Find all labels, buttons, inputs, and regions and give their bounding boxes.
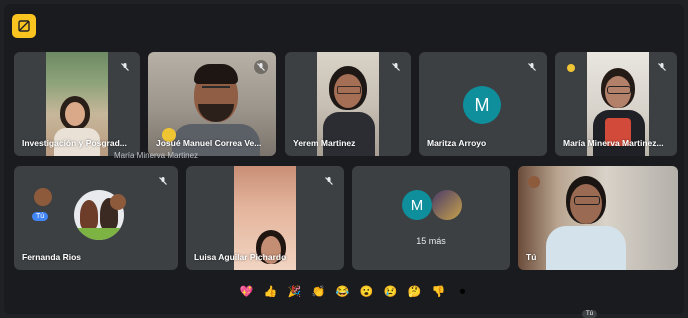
participant-name: Luisa Aguilar Pichardo xyxy=(194,252,287,262)
self-badge-bottom: Tú xyxy=(582,310,598,318)
participant-tile-3[interactable]: Yerem Martinez xyxy=(285,52,411,156)
reaction-more-button[interactable]: ⏺ xyxy=(454,284,471,301)
reaction-thumbs-down-button[interactable]: 👎 xyxy=(430,284,447,301)
participant-name: Tú xyxy=(526,252,537,262)
more-participants-count: 15 más xyxy=(416,236,446,246)
hand-raise-indicator[interactable] xyxy=(12,14,36,38)
mic-off-icon xyxy=(322,174,336,188)
more-participants-tile[interactable]: M 15 más xyxy=(352,166,510,270)
reaction-sad-button[interactable]: 😢 xyxy=(382,284,399,301)
reaction-thinking-button[interactable]: 🤔 xyxy=(406,284,423,301)
mic-off-icon xyxy=(118,60,132,74)
participant-avatar: M xyxy=(402,190,432,220)
participant-avatar-photo xyxy=(432,190,462,220)
participant-name: Fernanda Rios xyxy=(22,252,82,262)
participant-name: Yerem Martinez xyxy=(293,138,356,148)
reaction-clap-icon xyxy=(110,194,126,210)
reaction-icon xyxy=(567,64,575,72)
reaction-clap-icon xyxy=(34,188,52,206)
participant-name: Investigación y Posgrad... xyxy=(22,138,127,148)
participant-tile-4[interactable]: M Maritza Arroyo xyxy=(419,52,547,156)
participant-overlay-name: María Minerva Martinez xyxy=(114,151,199,160)
participant-video xyxy=(518,166,678,270)
reaction-icon xyxy=(528,176,540,188)
reaction-party-button[interactable]: 🎉 xyxy=(286,284,303,301)
participant-tile-7[interactable]: Luisa Aguilar Pichardo xyxy=(186,166,344,270)
participant-avatar: M xyxy=(463,86,501,124)
reaction-laugh-button[interactable]: 😂 xyxy=(334,284,351,301)
mic-off-icon xyxy=(525,60,539,74)
reaction-clap-button[interactable]: 👏 xyxy=(310,284,327,301)
reactions-bar: 💖 👍 🎉 👏 😂 😮 😢 🤔 👎 ⏺ xyxy=(238,282,471,302)
reaction-thumbs-up-button[interactable]: 👍 xyxy=(262,284,279,301)
participant-name: Josué Manuel Correa Ve... xyxy=(156,138,262,148)
participant-tile-5[interactable]: María Minerva Martinez... xyxy=(555,52,677,156)
participant-tile-1[interactable]: Investigación y Posgrad... xyxy=(14,52,140,156)
participant-name: María Minerva Martinez... xyxy=(563,138,664,148)
participant-name: Maritza Arroyo xyxy=(427,138,487,148)
participant-tile-self[interactable]: Tú xyxy=(518,166,678,270)
mic-off-icon xyxy=(655,60,669,74)
self-badge: Tú xyxy=(32,212,49,221)
reaction-heart-button[interactable]: 💖 xyxy=(238,284,255,301)
no-hand-icon xyxy=(18,20,30,32)
mic-off-icon xyxy=(389,60,403,74)
mic-off-icon xyxy=(156,174,170,188)
participant-tile-6[interactable]: Tú Fernanda Rios xyxy=(14,166,178,270)
reaction-surprised-button[interactable]: 😮 xyxy=(358,284,375,301)
participant-tile-2[interactable]: Josué Manuel Correa Ve... xyxy=(148,52,276,156)
mic-off-icon xyxy=(254,60,268,74)
